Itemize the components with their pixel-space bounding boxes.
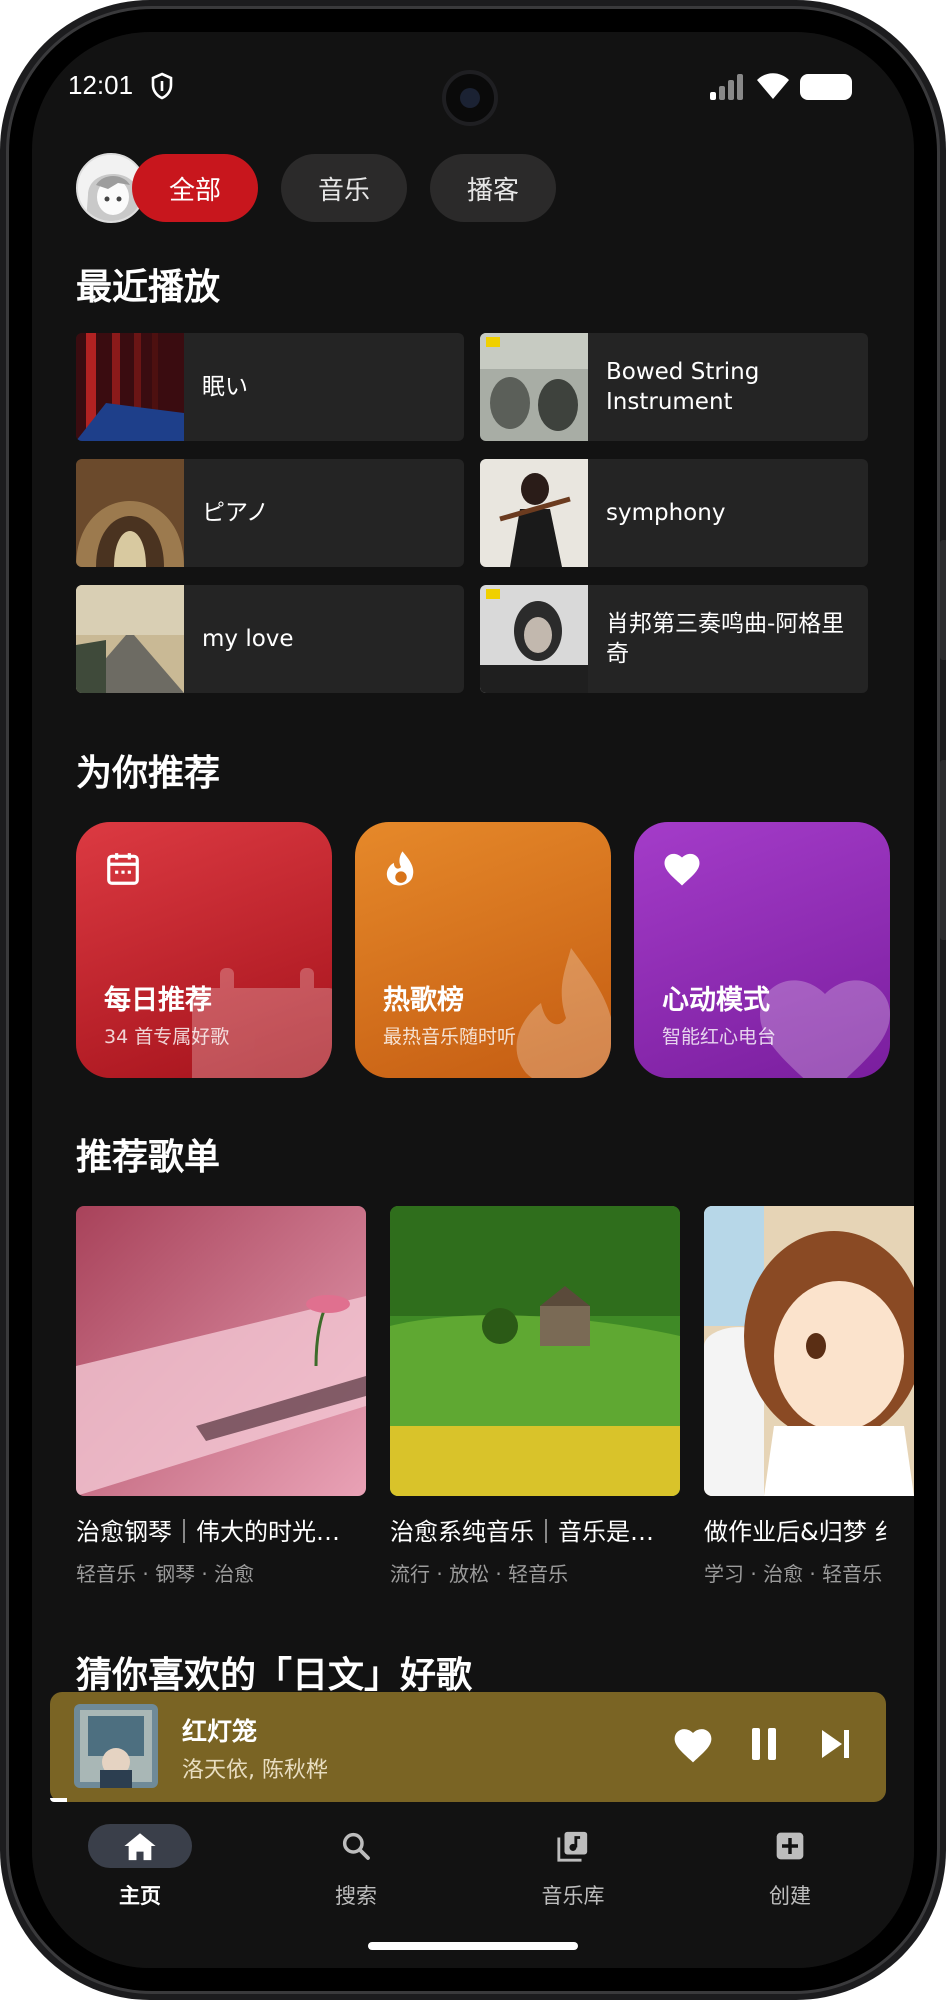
recent-label: Bowed String Instrument <box>606 359 760 415</box>
front-camera <box>442 70 498 126</box>
recent-cover <box>76 333 184 441</box>
gesture-home-bar[interactable] <box>368 1942 578 1950</box>
shield-icon <box>151 72 173 100</box>
playlist-tags: 学习 · 治愈 · 轻音乐 <box>704 1562 883 1586</box>
flame-icon <box>386 851 414 886</box>
recent-cover <box>480 585 588 693</box>
phone-frame: 12:01 全部 音乐 播客 最近播放 眠い Bowed String Inst… <box>0 0 946 2000</box>
nav-library-label: 音乐库 <box>541 1884 605 1908</box>
home-icon <box>124 1833 156 1861</box>
recent-cover <box>480 333 588 441</box>
playlist-cover[interactable] <box>76 1206 366 1496</box>
nav-home-label: 主页 <box>119 1884 161 1908</box>
nav-search-label: 搜索 <box>335 1884 377 1908</box>
playlist-cover-art <box>390 1206 680 1496</box>
card-title: 每日推荐 <box>104 985 212 1016</box>
volume-button <box>940 540 946 660</box>
heart-icon <box>664 853 700 886</box>
app-screen: 12:01 全部 音乐 播客 最近播放 眠い Bowed String Inst… <box>32 32 914 1968</box>
now-playing-artist: 洛天依, 陈秋桦 <box>182 1758 328 1783</box>
skip-next-icon[interactable] <box>818 1724 854 1764</box>
battery-icon <box>800 74 852 100</box>
playlist-title: 做作业后&归梦 纟 <box>704 1518 899 1546</box>
section-title-playlists: 推荐歌单 <box>76 1137 221 1178</box>
now-playing-cover[interactable] <box>74 1704 158 1788</box>
nav-create-label: 创建 <box>769 1884 811 1908</box>
card-title: 热歌榜 <box>383 985 464 1016</box>
now-playing-cover-art <box>74 1704 158 1788</box>
card-subtitle: 智能红心电台 <box>662 1026 777 1048</box>
playlist-cover-art <box>704 1206 914 1496</box>
nav-home[interactable]: 主页 <box>70 1824 210 1924</box>
section-title-recent: 最近播放 <box>76 267 221 308</box>
card-title: 心动模式 <box>662 985 770 1016</box>
power-button <box>940 760 946 940</box>
library-icon <box>557 1831 588 1862</box>
chip-all[interactable]: 全部 <box>132 154 258 222</box>
recent-label: my love <box>202 626 294 652</box>
recent-cover <box>76 459 184 567</box>
playlist-tags: 轻音乐 · 钢琴 · 治愈 <box>76 1562 255 1586</box>
recent-item[interactable]: Bowed String Instrument <box>480 333 868 441</box>
chip-music[interactable]: 音乐 <box>281 154 407 222</box>
status-bar: 12:01 <box>32 32 914 142</box>
playlist-tags: 流行 · 放松 · 轻音乐 <box>390 1562 569 1586</box>
recent-label: ピアノ <box>202 500 269 526</box>
recent-cover <box>76 585 184 693</box>
recent-item[interactable]: symphony <box>480 459 868 567</box>
chip-podcast[interactable]: 播客 <box>430 154 556 222</box>
recent-item[interactable]: 眠い <box>76 333 464 441</box>
like-heart-icon[interactable] <box>672 1724 714 1764</box>
section-title-japanese: 猜你喜欢的「日文」好歌 <box>76 1655 473 1696</box>
recent-cover <box>480 459 588 567</box>
wifi-icon <box>757 73 789 99</box>
playback-progress[interactable] <box>50 1798 67 1802</box>
recommend-card-daily[interactable]: 每日推荐 34 首专属好歌 <box>76 822 332 1078</box>
card-subtitle: 34 首专属好歌 <box>104 1026 230 1048</box>
recent-label: 肖邦第三奏鸣曲-阿格里奇 <box>606 611 845 667</box>
search-icon <box>342 1832 370 1860</box>
nav-create[interactable]: 创建 <box>720 1824 860 1924</box>
status-time: 12:01 <box>68 70 134 100</box>
recent-item[interactable]: my love <box>76 585 464 693</box>
recommend-card-heartbeat[interactable]: 心动模式 智能红心电台 <box>634 822 890 1078</box>
recent-item[interactable]: 肖邦第三奏鸣曲-阿格里奇 <box>480 585 868 693</box>
nav-library[interactable]: 音乐库 <box>503 1824 643 1924</box>
nav-search[interactable]: 搜索 <box>286 1824 426 1924</box>
mini-player[interactable]: 红灯笼 洛天依, 陈秋桦 <box>50 1692 886 1802</box>
playlist-cover[interactable] <box>390 1206 680 1496</box>
signal-icon <box>710 74 743 100</box>
calendar-icon <box>107 853 139 885</box>
recommend-card-hot[interactable]: 热歌榜 最热音乐随时听 <box>355 822 611 1078</box>
pause-icon[interactable] <box>746 1724 782 1764</box>
playlist-title: 治愈钢琴｜伟大的时光… <box>76 1518 340 1546</box>
section-title-for-you: 为你推荐 <box>76 753 221 794</box>
add-box-icon <box>776 1832 804 1860</box>
playlist-cover-art <box>76 1206 366 1496</box>
playlist-cover[interactable] <box>704 1206 914 1496</box>
card-subtitle: 最热音乐随时听 <box>383 1026 517 1048</box>
recent-item[interactable]: ピアノ <box>76 459 464 567</box>
playlist-title: 治愈系纯音乐｜音乐是… <box>390 1518 654 1546</box>
recent-label: 眠い <box>202 374 248 400</box>
flame-icon <box>516 948 611 1078</box>
recent-label: symphony <box>606 500 726 526</box>
now-playing-title: 红灯笼 <box>182 1717 258 1746</box>
